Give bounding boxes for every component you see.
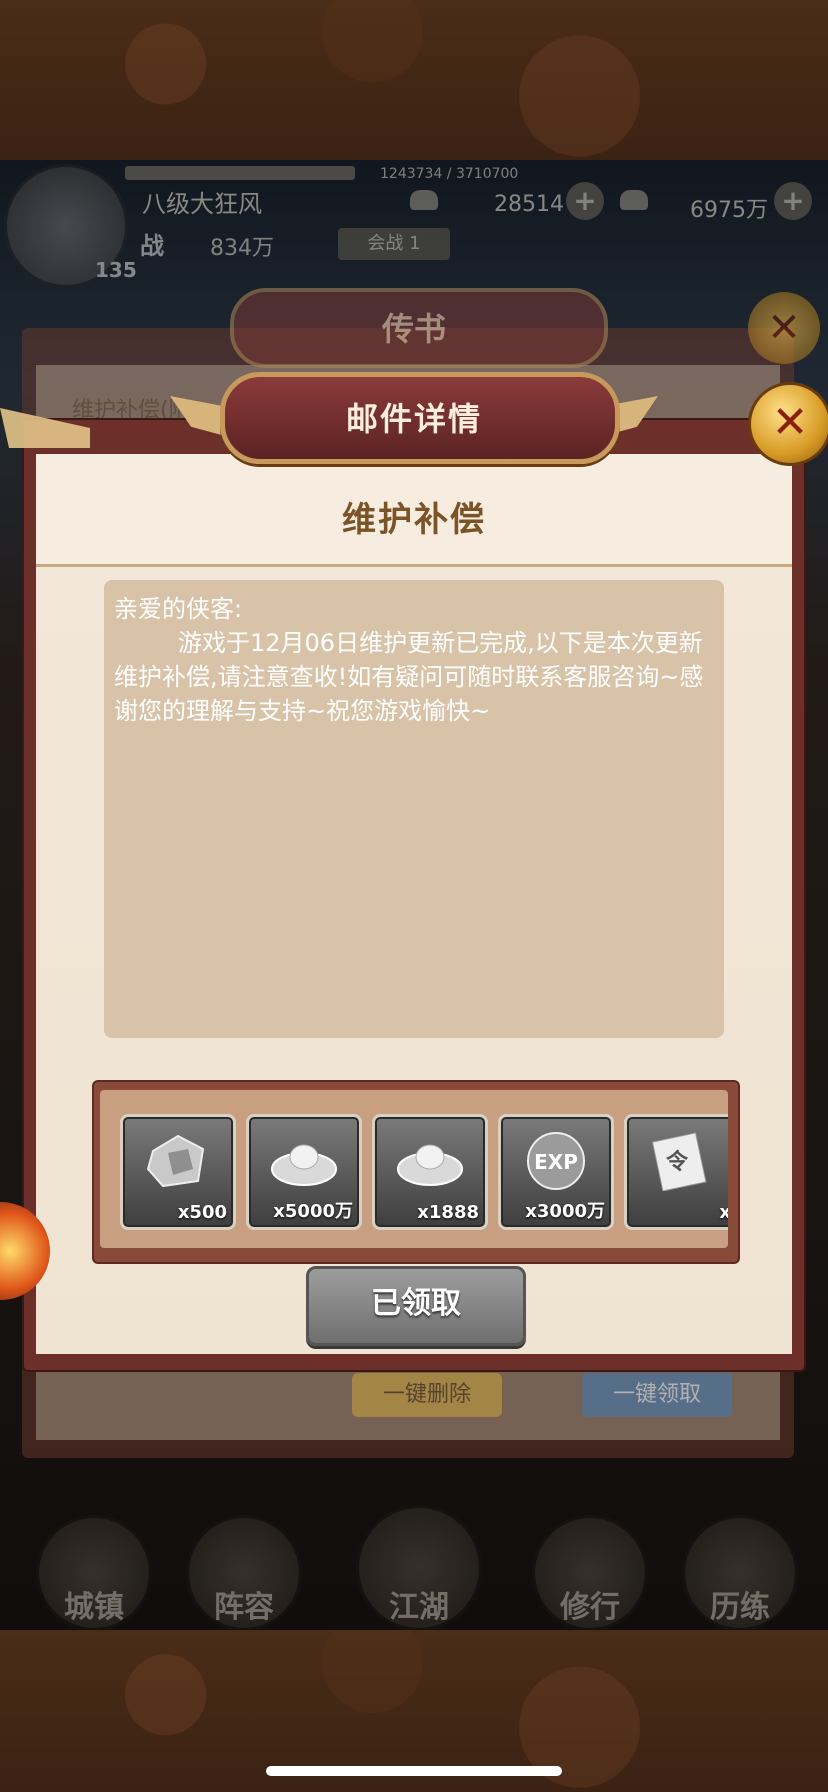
player-name: 八级大狂风 (142, 190, 262, 218)
nav-label: 城镇 (64, 1590, 124, 1625)
nav-item-town[interactable]: 城镇 (36, 1515, 152, 1631)
reward-item[interactable]: 令 x (624, 1114, 728, 1230)
ingot-icon (410, 190, 438, 210)
mail-body-text: 游戏于12月06日维护更新已完成,以下是本次更新维护补偿,请注意查收!如有疑问可… (114, 629, 704, 725)
reward-quantity: x1888 (417, 1202, 479, 1223)
mailbox-title: 传书 (381, 310, 446, 348)
power-value: 834万 (210, 236, 274, 261)
claimed-button[interactable]: 已领取 (306, 1266, 526, 1346)
nav-label: 历练 (710, 1590, 770, 1625)
scroll-icon: 令 (651, 1132, 707, 1191)
player-level: 135 (95, 258, 137, 282)
reward-item[interactable]: x500 (120, 1114, 236, 1230)
svg-text:EXP: EXP (534, 1150, 578, 1174)
delete-all-button[interactable]: 一键删除 (352, 1373, 502, 1417)
reward-item[interactable]: x1888 (372, 1114, 488, 1230)
reward-quantity: x (719, 1202, 728, 1223)
nav-item-lineup[interactable]: 阵容 (186, 1515, 302, 1631)
nav-label: 修行 (560, 1590, 620, 1625)
nav-item-training[interactable]: 修行 (532, 1515, 648, 1631)
svg-text:令: 令 (666, 1149, 689, 1175)
claim-all-button[interactable]: 一键领取 (582, 1373, 732, 1417)
top-background (0, 0, 828, 160)
bottom-nav: 城镇 阵容 江湖 修行 历练 (0, 1505, 828, 1631)
currency-silver: 28514 (494, 192, 564, 217)
nav-item-experience[interactable]: 历练 (682, 1515, 798, 1631)
reward-quantity: x500 (177, 1202, 227, 1223)
add-currency-button[interactable]: + (566, 182, 604, 220)
reward-quantity: x5000万 (273, 1201, 353, 1222)
dialog-title: 邮件详情 (345, 400, 482, 438)
mail-subject: 维护补偿 (342, 500, 486, 540)
silver-ingot-icon (271, 1144, 337, 1186)
reward-quantity: x3000万 (525, 1201, 605, 1222)
rewards-list: x500 x5000万 x1888 EXP x3000万 令 x (100, 1090, 728, 1248)
home-indicator[interactable] (266, 1766, 562, 1776)
add-currency-button[interactable]: + (774, 182, 812, 220)
status-badge[interactable]: 会战 1 (338, 228, 450, 260)
player-hud: 1243734 / 3710700 135 八级大狂风 战 834万 会战 1 … (0, 160, 828, 288)
exp-orb-icon: EXP (527, 1132, 585, 1190)
stone-icon (146, 1134, 205, 1188)
ingot-icon (620, 190, 648, 210)
subject-area: 维护补偿 (36, 454, 792, 567)
nav-item-jianghu[interactable]: 江湖 (356, 1505, 482, 1631)
reward-item[interactable]: x5000万 (246, 1114, 362, 1230)
mail-greeting: 亲爱的侠客: (114, 595, 243, 623)
nav-label: 阵容 (214, 1590, 274, 1625)
nav-label: 江湖 (389, 1590, 449, 1625)
power-icon: 战 (140, 232, 164, 260)
reward-item[interactable]: EXP x3000万 (498, 1114, 614, 1230)
currency-gold: 6975万 (690, 198, 768, 223)
exp-text: 1243734 / 3710700 (380, 166, 519, 182)
mailbox-close-icon[interactable]: ✕ (748, 292, 820, 364)
close-icon[interactable]: ✕ (748, 382, 828, 466)
exp-bar (125, 166, 355, 180)
silver-ingot-icon (397, 1144, 463, 1186)
